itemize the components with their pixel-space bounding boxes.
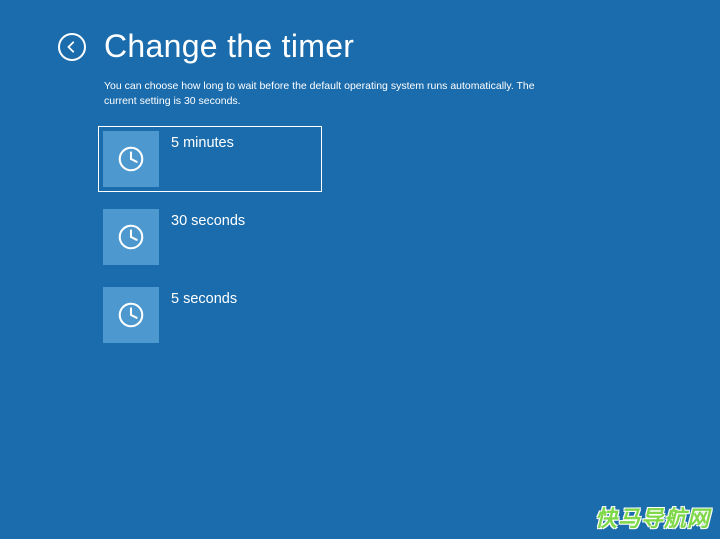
header: Change the timer — [0, 0, 720, 65]
clock-icon — [116, 144, 146, 174]
clock-icon — [116, 222, 146, 252]
timer-option-30-seconds[interactable]: 30 seconds — [98, 204, 322, 270]
option-label: 30 seconds — [159, 209, 245, 229]
page-description: You can choose how long to wait before t… — [0, 65, 540, 108]
back-button[interactable] — [58, 33, 86, 61]
option-tile — [103, 131, 159, 187]
option-label: 5 seconds — [159, 287, 237, 307]
timer-option-5-minutes[interactable]: 5 minutes — [98, 126, 322, 192]
option-label: 5 minutes — [159, 131, 234, 151]
option-tile — [103, 287, 159, 343]
timer-options: 5 minutes 30 seconds 5 seconds — [0, 108, 720, 348]
timer-option-5-seconds[interactable]: 5 seconds — [98, 282, 322, 348]
clock-icon — [116, 300, 146, 330]
page-title: Change the timer — [104, 28, 354, 65]
option-tile — [103, 209, 159, 265]
back-arrow-icon — [65, 40, 79, 54]
watermark: 快马导航网 — [595, 501, 710, 533]
